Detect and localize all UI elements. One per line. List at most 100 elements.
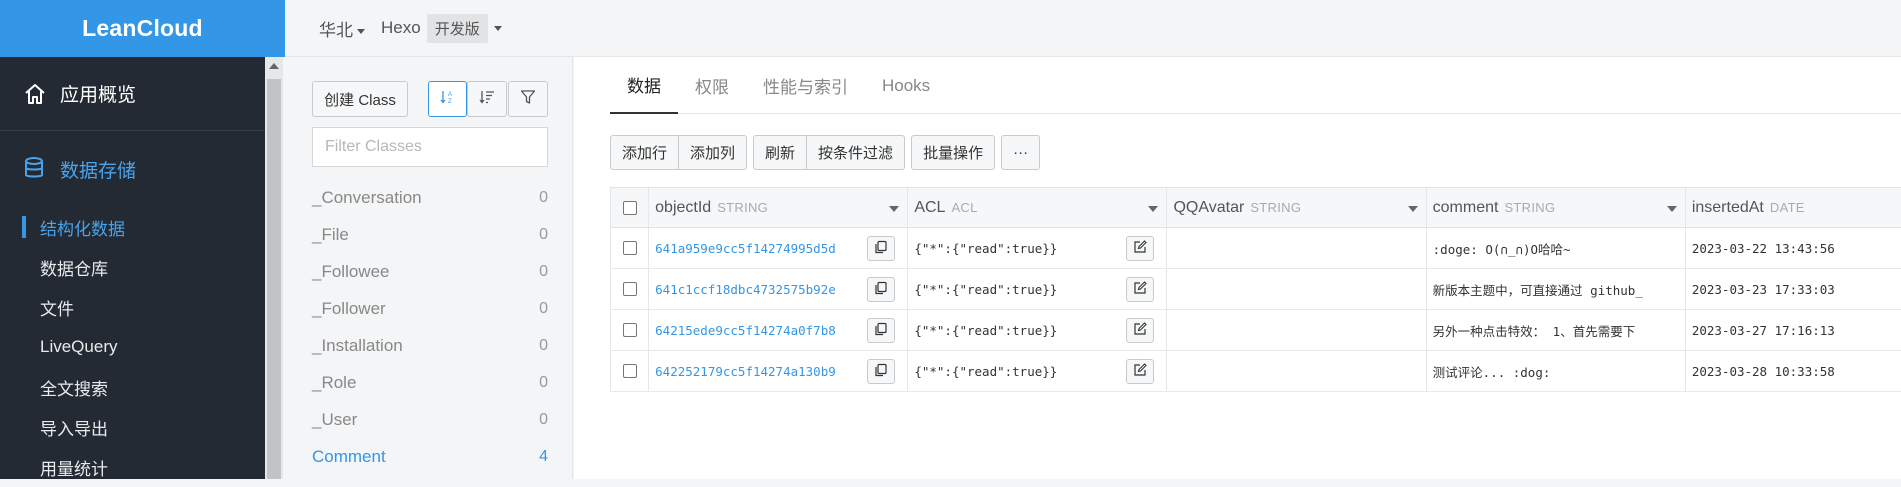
table-row[interactable]: 642252179cc5f14274a130b9 {"*":{"read":tru… xyxy=(610,351,1901,392)
filter-button[interactable] xyxy=(508,81,548,117)
chevron-down-icon[interactable] xyxy=(889,206,900,212)
chevron-down-icon[interactable] xyxy=(493,25,502,31)
edit-acl-button[interactable] xyxy=(1126,277,1155,302)
class-item-active[interactable]: Comment 4 xyxy=(312,438,548,475)
insertedat-cell[interactable]: 2023-03-28 10:33:58 xyxy=(1686,351,1901,391)
region-selector[interactable]: 华北 xyxy=(319,16,365,41)
class-item[interactable]: _Role 0 xyxy=(312,364,548,401)
class-name: _Followee xyxy=(312,261,390,281)
comment-cell[interactable]: :doge: O(∩_∩)O哈哈~ xyxy=(1427,228,1686,268)
comment-value: :doge: O(∩_∩)O哈哈~ xyxy=(1432,241,1571,257)
class-item[interactable]: _Followee 0 xyxy=(312,253,548,290)
select-all-checkbox[interactable] xyxy=(622,200,637,215)
sort-alpha-button[interactable]: AZ xyxy=(428,81,467,117)
acl-cell[interactable]: {"*":{"read":true}} xyxy=(908,228,1168,268)
objectid-link[interactable]: 642252179cc5f14274a130b9 xyxy=(655,364,836,379)
add-column-button[interactable]: 添加列 xyxy=(678,135,748,170)
sidebar: 应用概览 数据存储 结构化数据 数据仓库 文件 LiveQuery 全文搜索 导… xyxy=(0,57,265,479)
acl-cell[interactable]: {"*":{"read":true}} xyxy=(908,269,1168,309)
scroll-thumb[interactable] xyxy=(267,79,281,479)
objectid-cell[interactable]: 641a959e9cc5f14274995d5d xyxy=(649,228,909,268)
sidebar-item-livequery[interactable]: LiveQuery xyxy=(0,327,265,367)
tab-permissions[interactable]: 权限 xyxy=(678,57,746,114)
objectid-cell[interactable]: 64215ede9cc5f14274a0f7b8 xyxy=(649,310,909,350)
batch-operation-button[interactable]: 批量操作 xyxy=(911,135,996,170)
objectid-link[interactable]: 64215ede9cc5f14274a0f7b8 xyxy=(655,323,836,338)
table-row[interactable]: 64215ede9cc5f14274a0f7b8 {"*":{"read":tru… xyxy=(610,310,1901,351)
row-checkbox[interactable] xyxy=(622,364,637,378)
create-class-button[interactable]: 创建 Class xyxy=(312,81,408,117)
column-header[interactable]: objectId STRING xyxy=(649,188,909,227)
class-item[interactable]: _File 0 xyxy=(312,216,548,253)
insertedat-cell[interactable]: 2023-03-22 13:43:56 xyxy=(1686,228,1901,268)
brand-logo[interactable]: LeanCloud xyxy=(0,0,285,57)
sidebar-item-label: 应用概览 xyxy=(60,85,137,106)
insertedat-cell[interactable]: 2023-03-23 17:33:03 xyxy=(1686,269,1901,309)
qqavatar-cell[interactable] xyxy=(1167,269,1427,309)
sidebar-item-usage-stats[interactable]: 用量统计 xyxy=(0,447,265,487)
edit-acl-button[interactable] xyxy=(1126,359,1155,384)
app-name[interactable]: Hexo xyxy=(381,18,421,38)
tab-hooks[interactable]: Hooks xyxy=(865,57,947,114)
table-row[interactable]: 641a959e9cc5f14274995d5d {"*":{"read":tru… xyxy=(610,228,1901,269)
chevron-down-icon[interactable] xyxy=(1148,206,1159,212)
chevron-down-icon[interactable] xyxy=(1407,206,1418,212)
column-header[interactable]: ACL ACL xyxy=(908,188,1168,227)
qqavatar-cell[interactable] xyxy=(1167,228,1427,268)
sidebar-item-import-export[interactable]: 导入导出 xyxy=(0,407,265,447)
class-item[interactable]: _Conversation 0 xyxy=(312,179,548,216)
tab-performance-index[interactable]: 性能与索引 xyxy=(746,57,865,114)
objectid-cell[interactable]: 642252179cc5f14274a130b9 xyxy=(649,351,909,391)
sidebar-section-storage[interactable]: 数据存储 xyxy=(0,131,265,207)
svg-text:Z: Z xyxy=(448,99,452,105)
sidebar-item-fulltext-search[interactable]: 全文搜索 xyxy=(0,367,265,407)
sidebar-scrollbar[interactable] xyxy=(265,57,283,479)
add-row-button[interactable]: 添加行 xyxy=(610,135,680,170)
row-checkbox[interactable] xyxy=(622,241,637,255)
more-button[interactable]: ··· xyxy=(1001,135,1041,170)
objectid-link[interactable]: 641a959e9cc5f14274995d5d xyxy=(655,241,836,256)
acl-value: {"*":{"read":true}} xyxy=(914,281,1058,297)
edit-acl-button[interactable] xyxy=(1126,318,1155,343)
copy-button[interactable] xyxy=(867,359,896,384)
class-item[interactable]: _Installation 0 xyxy=(312,327,548,364)
comment-value: 测试评论... :dog: xyxy=(1432,364,1551,380)
class-item[interactable]: _Follower 0 xyxy=(312,290,548,327)
copy-button[interactable] xyxy=(867,277,896,302)
copy-button[interactable] xyxy=(867,318,896,343)
objectid-cell[interactable]: 641c1ccf18dbc4732575b92e xyxy=(649,269,909,309)
filter-classes-input[interactable] xyxy=(312,127,548,167)
sidebar-item-files[interactable]: 文件 xyxy=(0,287,265,327)
comment-cell[interactable]: 测试评论... :dog: xyxy=(1427,351,1686,391)
insertedat-cell[interactable]: 2023-03-27 17:16:13 xyxy=(1686,310,1901,350)
table-row[interactable]: 641c1ccf18dbc4732575b92e {"*":{"read":tru… xyxy=(610,269,1901,310)
chevron-down-icon[interactable] xyxy=(1666,206,1677,212)
tab-data[interactable]: 数据 xyxy=(610,57,678,114)
qqavatar-cell[interactable] xyxy=(1167,351,1427,391)
edit-acl-button[interactable] xyxy=(1126,236,1155,261)
copy-button[interactable] xyxy=(867,236,896,261)
env-badge[interactable]: 开发版 xyxy=(426,13,488,43)
copy-icon xyxy=(874,281,888,298)
condition-filter-button[interactable]: 按条件过滤 xyxy=(806,135,906,170)
acl-cell[interactable]: {"*":{"read":true}} xyxy=(908,310,1168,350)
row-checkbox[interactable] xyxy=(622,282,637,296)
column-header[interactable]: comment STRING xyxy=(1427,188,1686,227)
scroll-up-icon[interactable] xyxy=(269,63,279,69)
sidebar-item-overview[interactable]: 应用概览 xyxy=(0,57,265,131)
acl-cell[interactable]: {"*":{"read":true}} xyxy=(908,351,1168,391)
class-count: 0 xyxy=(539,188,548,206)
qqavatar-cell[interactable] xyxy=(1167,310,1427,350)
objectid-link[interactable]: 641c1ccf18dbc4732575b92e xyxy=(655,282,836,297)
comment-cell[interactable]: 另外一种点击特效： 1、首先需要下 xyxy=(1427,310,1686,350)
refresh-button[interactable]: 刷新 xyxy=(753,135,808,170)
comment-cell[interactable]: 新版本主题中，可直接通过 github_ xyxy=(1427,269,1686,309)
acl-value: {"*":{"read":true}} xyxy=(914,240,1058,256)
sort-count-button[interactable] xyxy=(467,81,507,117)
row-checkbox[interactable] xyxy=(622,323,637,337)
sidebar-item-data-warehouse[interactable]: 数据仓库 xyxy=(0,247,265,287)
column-header[interactable]: insertedAt DATE xyxy=(1686,188,1901,227)
column-header[interactable]: QQAvatar STRING xyxy=(1167,188,1427,227)
sidebar-item-structured-data[interactable]: 结构化数据 xyxy=(0,207,265,247)
class-item[interactable]: _User 0 xyxy=(312,401,548,438)
